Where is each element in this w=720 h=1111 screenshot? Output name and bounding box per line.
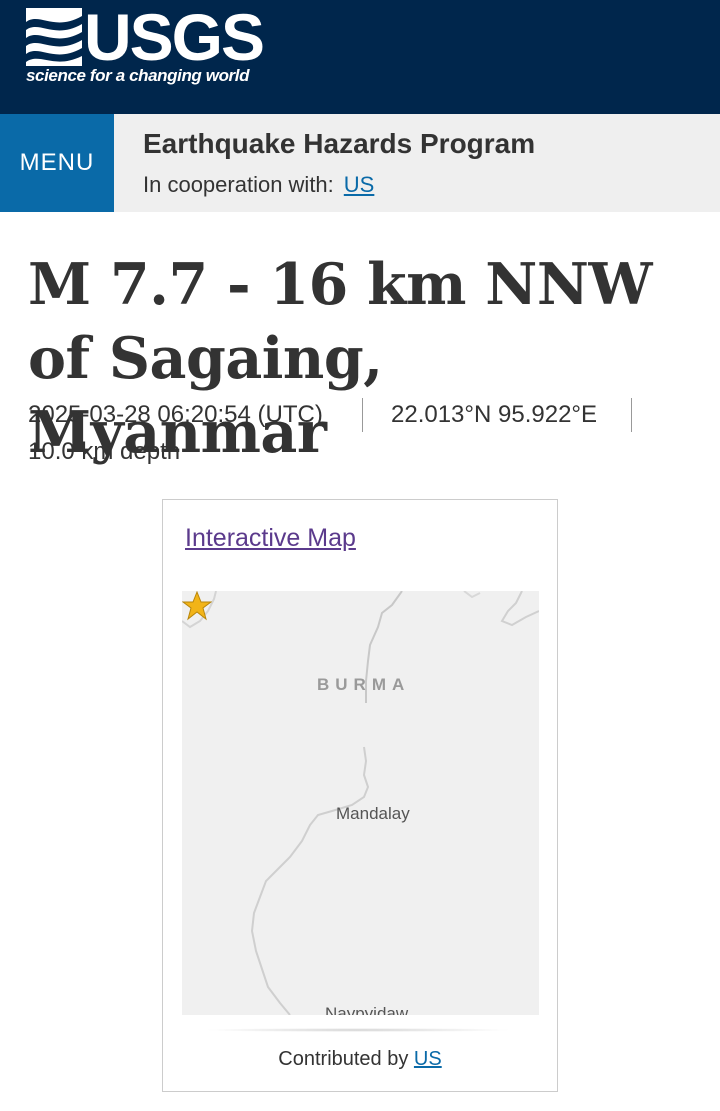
cooperation-link[interactable]: US — [344, 172, 375, 197]
event-depth: 10.0 km depth — [28, 438, 181, 465]
star-icon — [182, 591, 212, 621]
contributed-by: Contributed by US — [163, 1048, 557, 1071]
menu-button[interactable]: MENU — [0, 114, 114, 212]
meta-divider — [362, 398, 363, 432]
cooperation-label: In cooperation with: — [143, 172, 334, 197]
logo-tagline: science for a changing world — [26, 66, 250, 85]
contributed-link[interactable]: US — [414, 1048, 442, 1070]
event-time: 2025-03-28 06:20:54 (UTC) — [28, 401, 323, 428]
map-thumbnail[interactable]: BURMA Mandalay Naypyidaw — [182, 591, 539, 1015]
usgs-waves-icon — [26, 8, 82, 66]
program-title[interactable]: Earthquake Hazards Program — [143, 128, 535, 160]
program-bar: MENU Earthquake Hazards Program In coope… — [0, 114, 720, 212]
map-card: Interactive Map BURMA Mandalay Naypyidaw… — [162, 499, 558, 1092]
event-location: 22.013°N 95.922°E — [391, 401, 598, 428]
usgs-logo[interactable]: USGS science for a changing world — [26, 0, 266, 94]
cooperation-line: In cooperation with: US — [143, 172, 374, 198]
map-graphic — [182, 591, 539, 1015]
logo-wordmark: USGS — [84, 0, 265, 74]
site-header: USGS science for a changing world — [0, 0, 720, 114]
map-city-label-2: Naypyidaw — [325, 1004, 409, 1015]
map-city-label: Mandalay — [336, 804, 410, 823]
meta-divider — [631, 398, 632, 432]
contributed-label: Contributed by — [278, 1048, 409, 1070]
map-country-label: BURMA — [317, 675, 411, 694]
interactive-map-link[interactable]: Interactive Map — [185, 524, 356, 553]
divider — [203, 1028, 513, 1032]
